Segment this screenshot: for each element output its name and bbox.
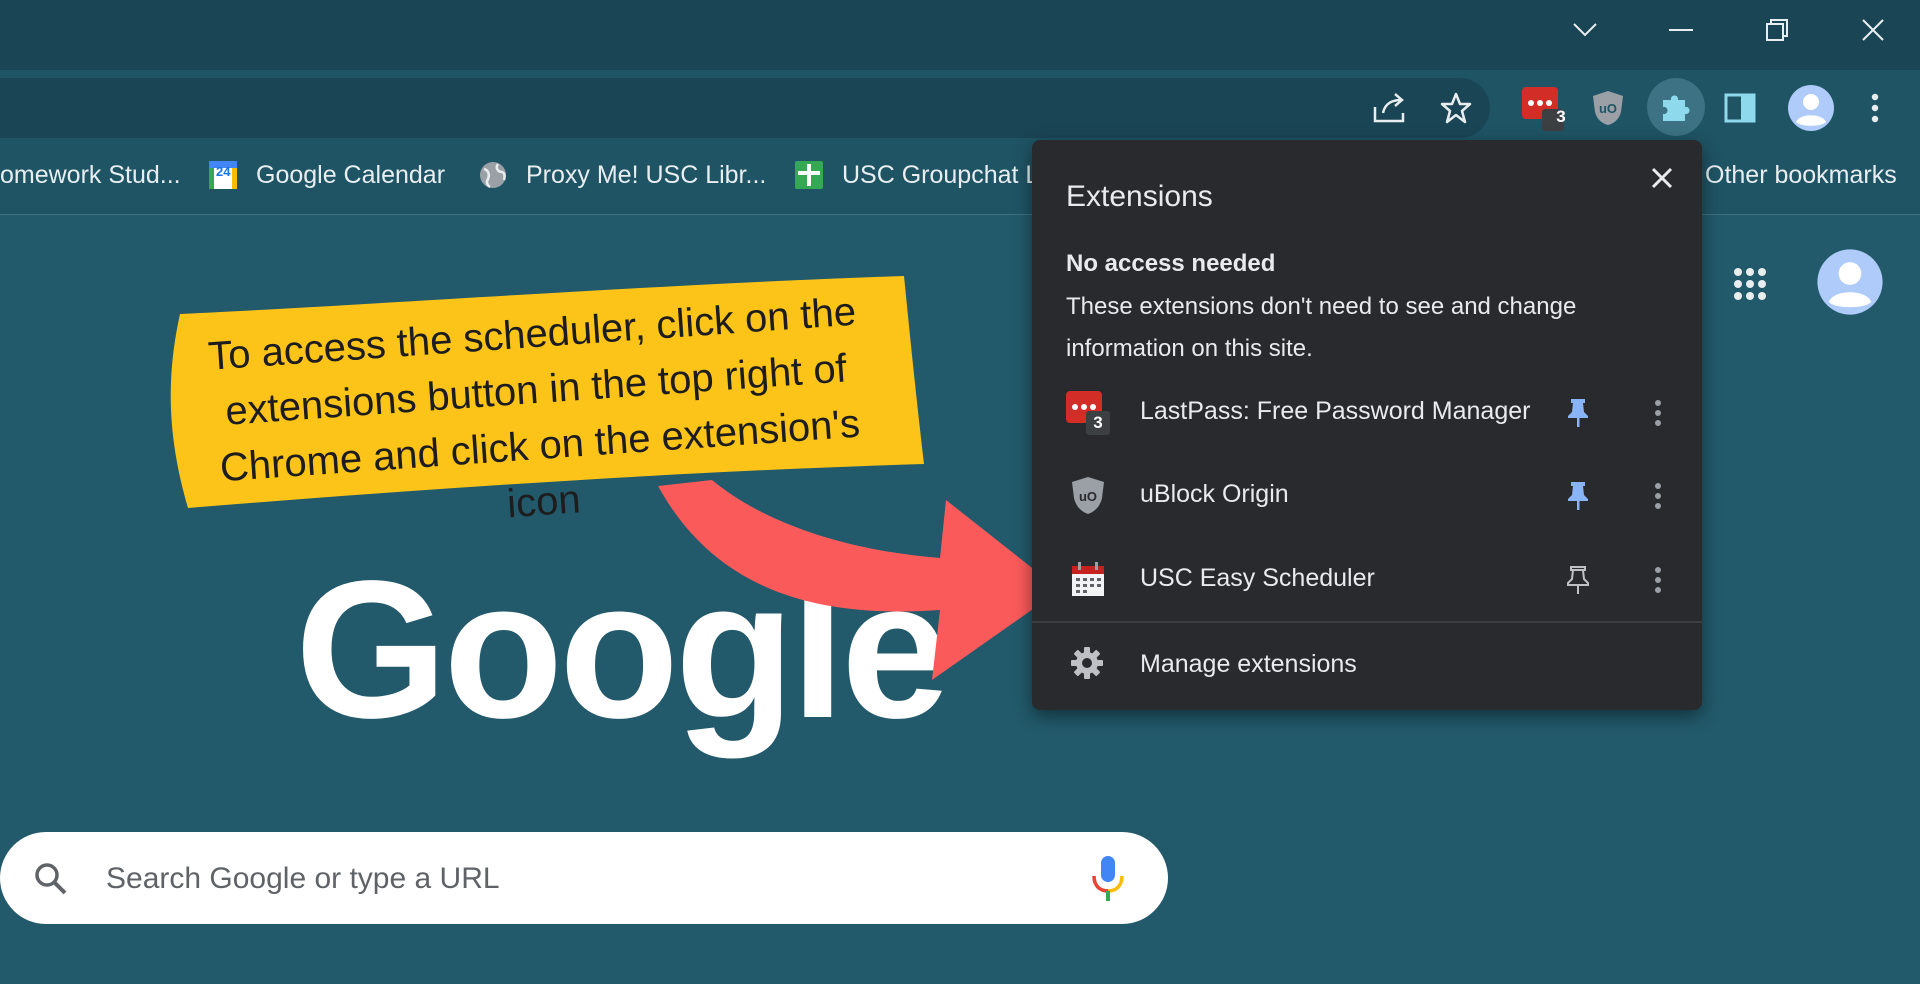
bookmark-item[interactable]: omework Stud...: [0, 140, 181, 210]
title-bar: [0, 0, 1920, 70]
avatar-icon: [1788, 85, 1834, 131]
voice-search-button[interactable]: [1086, 852, 1130, 904]
section-description: These extensions don't need to see and c…: [1066, 293, 1577, 362]
extension-name: uBlock Origin: [1140, 480, 1289, 508]
close-icon: [1862, 19, 1884, 41]
pin-button[interactable]: [1560, 395, 1596, 431]
extensions-popup: Extensions No access needed These extens…: [1032, 140, 1702, 710]
svg-text:uO: uO: [1079, 489, 1097, 504]
chrome-menu-button[interactable]: [1850, 81, 1900, 135]
other-bookmarks-label: Other bookmarks: [1705, 160, 1897, 189]
svg-text:uO: uO: [1599, 101, 1617, 116]
search-icon: [35, 863, 67, 895]
lastpass-badge: 3: [1093, 413, 1103, 432]
vertical-dots-icon: [1655, 567, 1661, 593]
chevron-down-icon: [1573, 23, 1597, 37]
vertical-dots-icon: [1871, 93, 1879, 123]
extension-row-lastpass[interactable]: 3 LastPass: Free Password Manager: [1032, 373, 1702, 453]
microphone-icon: [1092, 856, 1124, 901]
extensions-button[interactable]: [1647, 78, 1705, 136]
address-bar[interactable]: [0, 78, 1490, 138]
ublock-shield-icon: uO: [1593, 91, 1623, 125]
bookmark-label: Proxy Me! USC Libr...: [526, 160, 767, 189]
share-icon: [1373, 93, 1405, 123]
calendar-badge: 24: [216, 164, 231, 179]
extension-row-usc-easy-scheduler[interactable]: USC Easy Scheduler: [1032, 540, 1702, 620]
plus-tile-icon: [795, 161, 823, 189]
minimize-button[interactable]: [1636, 0, 1726, 60]
bookmark-item-proxy-me[interactable]: Proxy Me! USC Libr...: [478, 140, 766, 210]
pin-button[interactable]: [1560, 562, 1596, 598]
vertical-dots-icon: [1655, 483, 1661, 509]
close-icon: [1651, 167, 1673, 189]
search-input[interactable]: [104, 854, 1008, 904]
tab-search-button[interactable]: [1540, 0, 1630, 60]
restore-icon: [1766, 19, 1788, 41]
extension-menu-button[interactable]: [1640, 562, 1676, 598]
annotation-note: To access the scheduler, click on the ex…: [158, 276, 928, 526]
bookmark-label: USC Groupchat L: [842, 160, 1040, 189]
pin-outline-icon: [1567, 566, 1589, 594]
profile-button[interactable]: [1782, 79, 1840, 137]
lastpass-extension-button[interactable]: 3: [1515, 81, 1569, 135]
browser-toolbar: 3 uO: [0, 70, 1920, 140]
side-panel-button[interactable]: [1713, 81, 1767, 135]
extension-menu-button[interactable]: [1640, 478, 1676, 514]
bookmark-label: Google Calendar: [256, 160, 446, 189]
search-box[interactable]: [0, 832, 1168, 924]
avatar-icon: [1817, 249, 1883, 315]
restore-button[interactable]: [1732, 0, 1822, 60]
calendar-icon: [1072, 562, 1104, 596]
pin-button[interactable]: [1560, 478, 1596, 514]
extension-name: LastPass: Free Password Manager: [1140, 397, 1531, 425]
manage-extensions-label: Manage extensions: [1140, 650, 1357, 678]
manage-extensions-button[interactable]: Manage extensions: [1032, 628, 1702, 700]
lastpass-toolbar-badge: 3: [1556, 107, 1566, 126]
close-window-button[interactable]: [1828, 0, 1918, 60]
bookmark-item-google-calendar[interactable]: 24 Google Calendar: [208, 140, 445, 210]
share-button[interactable]: [1363, 81, 1417, 135]
extension-menu-button[interactable]: [1640, 395, 1676, 431]
side-panel-icon: [1724, 93, 1756, 123]
apps-grid-icon: [1734, 268, 1766, 300]
extension-row-ublock-origin[interactable]: uO uBlock Origin: [1032, 456, 1702, 536]
popup-divider: [1032, 621, 1702, 623]
puzzle-icon: [1663, 95, 1690, 121]
google-account-button[interactable]: [1816, 248, 1884, 316]
bookmark-star-button[interactable]: [1429, 81, 1483, 135]
google-apps-button[interactable]: [1724, 258, 1776, 310]
bookmark-label: omework Stud...: [0, 160, 181, 189]
other-bookmarks[interactable]: Other bookmarks: [1705, 140, 1897, 210]
gear-icon: [1071, 647, 1103, 679]
ublock-shield-icon: uO: [1072, 477, 1104, 514]
popup-close-button[interactable]: [1642, 158, 1682, 198]
pin-filled-icon: [1568, 482, 1588, 510]
popup-title: Extensions: [1066, 180, 1213, 213]
globe-icon: [480, 162, 506, 189]
bookmark-item-usc-groupchat[interactable]: USC Groupchat L: [794, 140, 1039, 210]
star-icon: [1440, 92, 1472, 124]
extension-name: USC Easy Scheduler: [1140, 564, 1375, 592]
section-heading: No access needed: [1066, 250, 1276, 277]
pin-filled-icon: [1568, 399, 1588, 427]
ublock-extension-button[interactable]: uO: [1581, 81, 1635, 135]
minimize-icon: [1669, 29, 1693, 31]
vertical-dots-icon: [1655, 400, 1661, 426]
